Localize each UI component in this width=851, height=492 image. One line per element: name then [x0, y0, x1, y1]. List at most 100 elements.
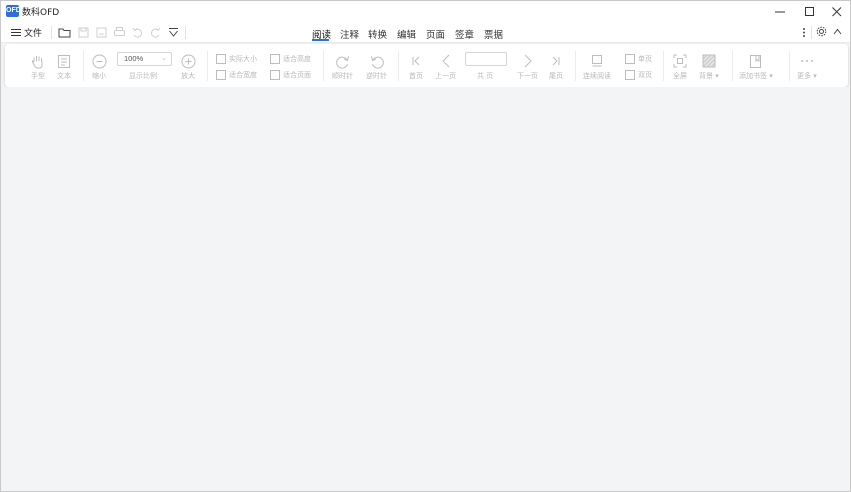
- fit-page-icon: [270, 70, 280, 80]
- double-page-icon: [625, 70, 635, 80]
- text-tool-button[interactable]: 文本: [55, 52, 73, 81]
- print-icon[interactable]: [113, 26, 126, 39]
- continuous-reading-button[interactable]: 连续阅读: [583, 52, 611, 81]
- bookmark-icon: [750, 54, 762, 68]
- document-canvas[interactable]: [1, 87, 850, 491]
- page-total-label: 共 页: [477, 72, 494, 80]
- toolbar-divider: [575, 51, 576, 81]
- fit-page-label: 适合页面: [283, 71, 311, 79]
- first-page-icon: [412, 56, 420, 66]
- hand-icon: [31, 55, 43, 68]
- fit-page-button[interactable]: 适合页面: [270, 70, 311, 80]
- previous-page-label: 上一页: [435, 72, 456, 80]
- tab-edit[interactable]: 编辑: [397, 27, 416, 41]
- zoom-in-label: 放大: [181, 72, 195, 80]
- next-page-label: 下一页: [517, 72, 538, 80]
- file-menu-label: 文件: [24, 29, 43, 39]
- last-page-icon: [552, 56, 560, 66]
- chevron-left-icon: [441, 54, 449, 68]
- undo-icon[interactable]: [131, 26, 144, 39]
- minimize-icon: [775, 11, 785, 12]
- save-as-icon[interactable]: [95, 26, 108, 39]
- fit-width-icon: [216, 70, 226, 80]
- zoom-out-button[interactable]: 缩小: [90, 52, 108, 81]
- continuous-page-icon: [592, 54, 602, 66]
- display-ratio-text: 显示比例: [129, 72, 157, 80]
- rotate-clockwise-button[interactable]: 顺时针: [332, 52, 353, 81]
- open-folder-icon[interactable]: [58, 26, 71, 39]
- zoom-in-button[interactable]: 放大: [179, 52, 197, 81]
- add-bookmark-button[interactable]: 添加书签 ▾: [739, 52, 773, 81]
- tab-invoice[interactable]: 票据: [484, 27, 503, 41]
- actual-size-label: 实际大小: [229, 55, 257, 63]
- tab-convert[interactable]: 转换: [368, 27, 387, 41]
- title-bar: OFD 数科OFD: [1, 1, 850, 22]
- redo-icon[interactable]: [149, 26, 162, 39]
- app-logo: OFD: [6, 5, 21, 17]
- more-options-icon[interactable]: [801, 27, 807, 38]
- fit-width-label: 适合宽度: [229, 71, 257, 79]
- divider: [185, 26, 186, 39]
- menu-row: 文件 阅读 注释 转换 编辑 页面 签章 票据: [1, 22, 850, 58]
- actual-size-button[interactable]: 实际大小: [216, 54, 257, 64]
- collapse-ribbon-icon[interactable]: [833, 28, 842, 35]
- text-tool-label: 文本: [57, 72, 71, 80]
- double-page-button[interactable]: 双页: [625, 70, 652, 80]
- hand-tool-button[interactable]: 手型: [29, 52, 47, 81]
- tab-page[interactable]: 页面: [426, 27, 445, 41]
- single-page-icon: [625, 54, 635, 64]
- background-button[interactable]: 背景 ▾: [699, 52, 719, 81]
- more-label: 更多 ▾: [797, 72, 817, 80]
- previous-page-button[interactable]: 上一页: [435, 52, 456, 81]
- toolbar-divider: [732, 51, 733, 81]
- app-window: OFD 数科OFD 文件 阅读 注释 转换 编辑 页面 签章 票据 点击查找文本…: [0, 0, 851, 492]
- more-dots-icon: [800, 60, 813, 62]
- rotate-counterclockwise-button[interactable]: 逆时针: [366, 52, 387, 81]
- toolbar-divider: [789, 51, 790, 81]
- fullscreen-label: 全屏: [673, 72, 687, 80]
- fullscreen-button[interactable]: 全屏: [671, 52, 689, 81]
- zoom-in-icon: [181, 54, 195, 68]
- ribbon-toolbar: 手型 文本 缩小 100% ⌄ 显示比例 放大 实际大小 适合宽度 适合高度 适…: [5, 44, 848, 87]
- maximize-icon: [805, 6, 814, 16]
- minimize-button[interactable]: [765, 1, 795, 22]
- divider: [51, 26, 52, 39]
- file-menu-button[interactable]: 文件: [11, 26, 42, 39]
- fit-width-button[interactable]: 适合宽度: [216, 70, 257, 80]
- settings-gear-icon[interactable]: [816, 26, 827, 37]
- page-number-input[interactable]: [465, 52, 507, 66]
- close-button[interactable]: [822, 1, 851, 22]
- fit-height-button[interactable]: 适合高度: [270, 54, 311, 64]
- first-page-label: 首页: [409, 72, 423, 80]
- tab-signature[interactable]: 签章: [455, 27, 474, 41]
- toolbar-divider: [323, 51, 324, 81]
- tab-annotate[interactable]: 注释: [340, 27, 359, 41]
- save-icon[interactable]: [77, 26, 90, 39]
- actual-size-icon: [216, 54, 226, 64]
- chevron-down-icon: ⌄: [161, 55, 167, 62]
- zoom-out-label: 缩小: [92, 72, 106, 80]
- double-page-label: 双页: [638, 71, 652, 79]
- fullscreen-icon: [673, 54, 687, 68]
- toolbar-divider: [83, 51, 84, 81]
- last-page-label: 尾页: [549, 72, 563, 80]
- text-select-icon: [58, 54, 70, 68]
- customize-dropdown-icon[interactable]: [167, 26, 180, 39]
- chevron-right-icon: [524, 54, 532, 68]
- zoom-out-icon: [92, 54, 106, 68]
- maximize-button[interactable]: [795, 1, 825, 22]
- divider: [811, 26, 812, 39]
- single-page-label: 单页: [638, 55, 652, 63]
- hamburger-icon: [11, 28, 21, 37]
- more-button[interactable]: 更多 ▾: [797, 52, 817, 81]
- fit-height-label: 适合高度: [283, 55, 311, 63]
- last-page-button[interactable]: 尾页: [547, 52, 565, 81]
- active-tab-indicator: [312, 39, 329, 41]
- toolbar-divider: [663, 51, 664, 81]
- next-page-button[interactable]: 下一页: [517, 52, 538, 81]
- zoom-level-select[interactable]: 100% ⌄: [117, 52, 172, 66]
- window-title: 数科OFD: [22, 8, 60, 18]
- toolbar-divider: [398, 51, 399, 81]
- single-page-button[interactable]: 单页: [625, 54, 652, 64]
- first-page-button[interactable]: 首页: [407, 52, 425, 81]
